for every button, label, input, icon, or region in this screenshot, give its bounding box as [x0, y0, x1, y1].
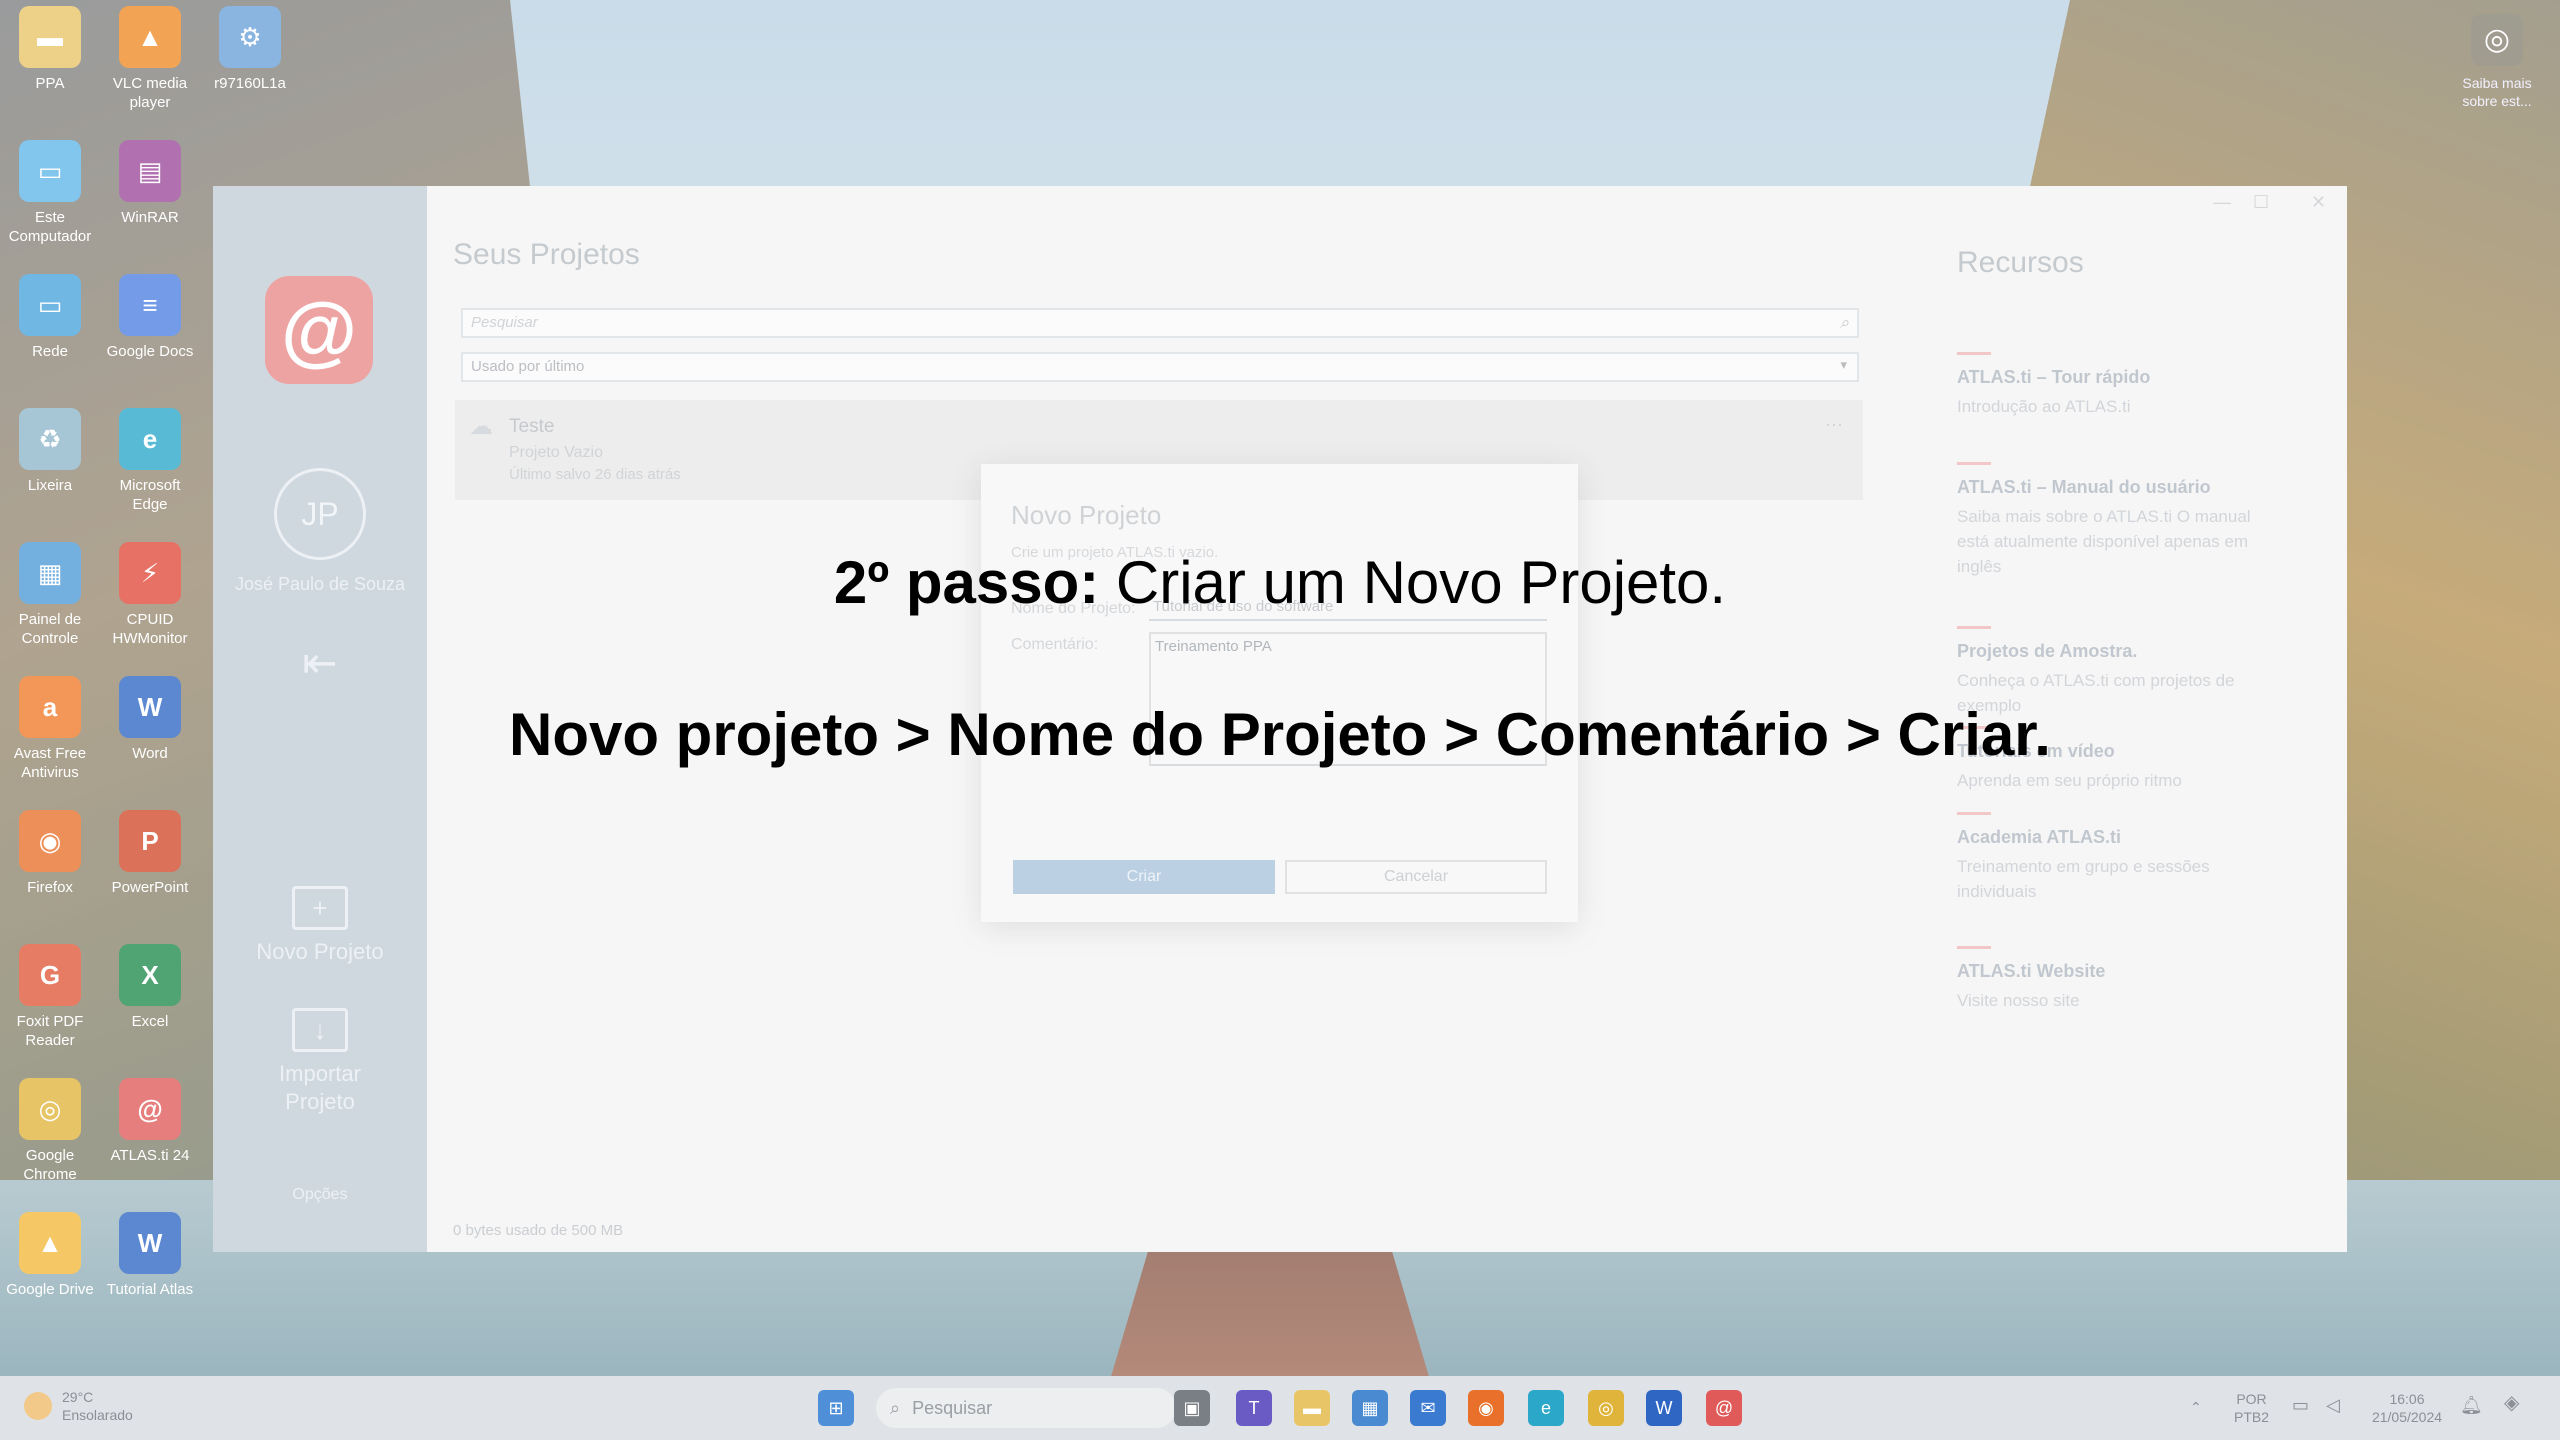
weather-desc: Ensolarado: [62, 1407, 133, 1423]
weather-widget[interactable]: 29°C Ensolarado: [24, 1388, 133, 1424]
mail-icon[interactable]: ✉: [1410, 1390, 1446, 1426]
word-icon[interactable]: W: [1646, 1390, 1682, 1426]
firefox-icon[interactable]: ◉: [1468, 1390, 1504, 1426]
chrome-icon[interactable]: ◎: [1588, 1390, 1624, 1426]
notification-bell-icon[interactable]: 🔔︎: [2460, 1396, 2483, 1414]
teams-icon[interactable]: T: [1236, 1390, 1272, 1426]
copilot-icon[interactable]: ◈: [2504, 1393, 2519, 1413]
sun-icon: [24, 1392, 52, 1420]
language-bottom: PTB2: [2234, 1409, 2270, 1425]
start-icon[interactable]: ⊞: [818, 1390, 854, 1426]
clock[interactable]: 16:06 21/05/2024: [2362, 1390, 2452, 1426]
language-indicator[interactable]: POR PTB2: [2234, 1390, 2269, 1426]
chevron-up-icon[interactable]: ⌃: [2190, 1398, 2202, 1416]
edge-icon[interactable]: e: [1528, 1390, 1564, 1426]
step-instruction: 2º passo: Criar um Novo Projeto.: [0, 548, 2560, 617]
step-path: Novo projeto > Nome do Projeto > Comentá…: [509, 701, 2051, 768]
step-text: Criar um Novo Projeto.: [1099, 549, 1727, 616]
taskbar-search-placeholder: Pesquisar: [912, 1397, 993, 1418]
taskbar-search[interactable]: ⌕ Pesquisar: [876, 1388, 1176, 1428]
clock-date: 21/05/2024: [2371, 1409, 2443, 1425]
weather-temp: 29°C: [62, 1389, 94, 1405]
file-explorer-icon[interactable]: ▬: [1294, 1390, 1330, 1426]
task-view-icon[interactable]: ▣: [1174, 1390, 1210, 1426]
clock-time: 16:06: [2389, 1391, 2425, 1407]
language-top: POR: [2236, 1391, 2267, 1407]
taskbar: 29°C Ensolarado ⊞ ⌕ Pesquisar ▣ T ▬ ▦ ✉ …: [0, 1376, 2560, 1440]
search-icon: ⌕: [890, 1397, 901, 1418]
volume-icon[interactable]: ◁: [2326, 1396, 2340, 1414]
store-icon[interactable]: ▦: [1352, 1390, 1388, 1426]
network-icon[interactable]: ▭: [2292, 1396, 2309, 1414]
atlas-ti-icon[interactable]: @: [1706, 1390, 1742, 1426]
step-number: 2º passo:: [833, 549, 1100, 616]
